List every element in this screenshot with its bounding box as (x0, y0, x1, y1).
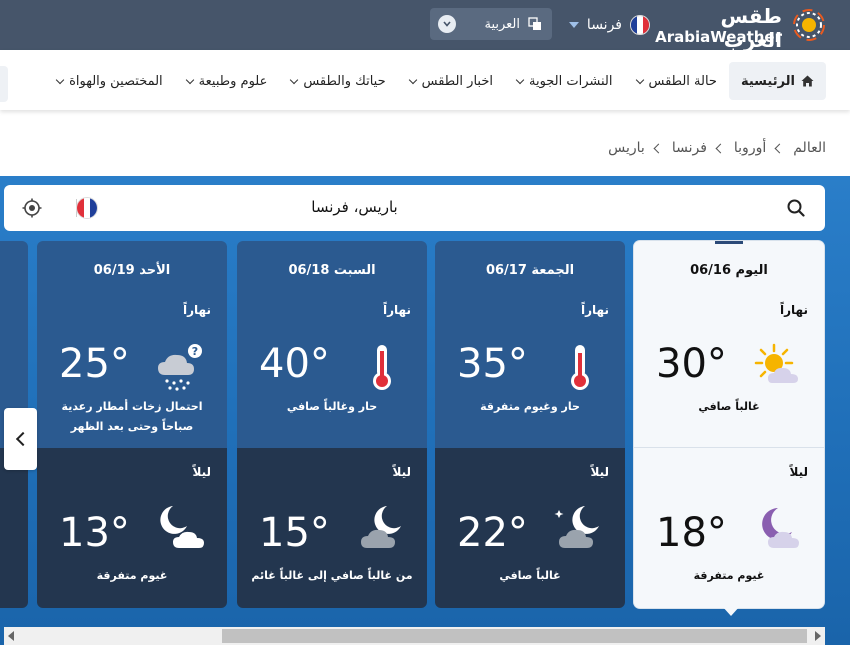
moon-cloud-star-icon (554, 506, 599, 548)
night-temperature: 15° (259, 510, 330, 556)
chevron-down-icon (290, 75, 299, 84)
carousel-prev-button[interactable] (4, 408, 37, 470)
chevron-down-icon (185, 75, 194, 84)
night-label: ليلاً (392, 465, 411, 479)
horizontal-scrollbar[interactable] (4, 627, 825, 645)
day-label: نهاراً (581, 303, 609, 317)
nav-item-label: حالة الطقس (648, 73, 717, 89)
nav-item-label: النشرات الجوية (528, 73, 613, 89)
night-description: غيوم متفرقة (96, 569, 168, 582)
nav-item-label: اخبار الطقس (421, 73, 493, 89)
breadcrumb-item-europe[interactable]: أوروبا (734, 140, 766, 156)
night-temperature: 18° (656, 510, 727, 556)
chevron-down-icon (635, 75, 644, 84)
forecast-card-friday[interactable]: الجمعة 06/17 نهاراً 35° حار وغيوم متفرقة… (435, 241, 625, 608)
france-flag-icon[interactable] (76, 197, 98, 219)
day-temperature: 30° (656, 341, 727, 387)
night-temperature: 22° (457, 510, 528, 556)
day-temperature: 35° (457, 341, 528, 387)
day-label: نهاراً (383, 303, 411, 317)
home-icon (801, 75, 814, 87)
location-search[interactable]: باريس، فرنسا (4, 185, 825, 231)
chevron-left-icon (774, 143, 785, 153)
moon-cloud-icon (160, 506, 204, 548)
forecast-card-today[interactable]: اليوم 06/16 نهاراً 30° غالباً صافي ليلاً… (634, 241, 824, 608)
night-description: من غالباً صافي إلى غالباً غائم (251, 569, 413, 582)
breadcrumb-item-paris: باريس (608, 140, 645, 156)
night-temperature: 13° (59, 510, 130, 556)
nav-overflow-button[interactable] (0, 66, 8, 102)
today-indicator (715, 241, 743, 244)
moon-cloud-icon (762, 508, 799, 548)
country-selector[interactable]: فرنسا (568, 12, 650, 38)
today-pointer (722, 606, 740, 616)
search-icon (787, 199, 805, 217)
chevron-down-icon (55, 75, 65, 84)
thermometer-icon (571, 345, 589, 390)
day-temperature: 25° (59, 341, 130, 387)
moon-cloud-icon (361, 506, 401, 548)
nav-item-label: علوم وطبيعة (198, 73, 268, 89)
card-date: الجمعة 06/17 (485, 263, 575, 278)
night-label: ليلاً (789, 465, 808, 479)
top-bar: طقس العرب ArabiaWeather فرنسا العربية (0, 0, 850, 52)
nav-item-bulletins[interactable]: النشرات الجوية (505, 62, 625, 100)
card-date: اليوم 06/16 (690, 263, 768, 278)
france-flag-icon (630, 15, 650, 35)
day-label: نهاراً (183, 303, 211, 317)
nav-item-science[interactable]: علوم وطبيعة (175, 62, 280, 100)
day-label: نهاراً (780, 303, 808, 317)
day-description: حار وغالباً صافي (286, 400, 378, 413)
nav-item-home[interactable]: الرئيسية (728, 62, 826, 100)
card-date: الأحد 06/19 (93, 263, 171, 278)
storm-cloud-icon: ? (158, 344, 202, 391)
translate-icon (528, 17, 541, 30)
chevron-left-icon (715, 143, 726, 153)
scrollbar-thumb[interactable] (222, 629, 807, 643)
logo-sun-icon (793, 9, 825, 41)
scroll-right-icon[interactable] (815, 631, 821, 641)
logo-text-en: ArabiaWeather (655, 28, 782, 46)
svg-text:?: ? (192, 345, 198, 358)
nav-item-experts[interactable]: المختصين والهواة (45, 62, 175, 100)
nav-item-news[interactable]: اخبار الطقس (398, 62, 505, 100)
breadcrumb-item-france[interactable]: فرنسا (672, 140, 707, 156)
scroll-left-icon[interactable] (8, 631, 14, 641)
forecast-card-sunday[interactable]: الأحد 06/19 نهاراً 25° ? احتمال زخات أمط… (37, 241, 227, 608)
card-date: السبت 06/18 (288, 263, 376, 278)
day-description: حار وغيوم متفرقة (480, 400, 580, 413)
site-logo[interactable]: طقس العرب ArabiaWeather (655, 4, 826, 52)
nav-item-life-weather[interactable]: حياتك والطقس (279, 62, 397, 100)
night-label: ليلاً (192, 465, 211, 479)
language-label: العربية (484, 16, 520, 32)
night-label: ليلاً (590, 465, 609, 479)
nav-item-weather-status[interactable]: حالة الطقس (625, 62, 729, 100)
main-nav: الرئيسية حالة الطقس النشرات الجوية اخبار… (0, 50, 850, 110)
night-description: غيوم متفرقة (693, 569, 765, 582)
breadcrumb-item-world[interactable]: العالم (793, 140, 826, 156)
chevron-left-icon (15, 431, 30, 447)
country-label: فرنسا (586, 17, 622, 33)
chevron-down-icon (438, 15, 456, 33)
breadcrumb: العالم أوروبا فرنسا باريس (608, 140, 826, 156)
locate-icon[interactable] (22, 198, 42, 218)
sun-cloud-icon (754, 343, 798, 383)
chevron-down-icon (515, 75, 525, 84)
day-temperature: 40° (259, 341, 330, 387)
nav-item-label: حياتك والطقس (303, 73, 386, 89)
nav-item-label: الرئيسية (740, 73, 795, 89)
search-input[interactable]: باريس، فرنسا (0, 198, 765, 216)
chevron-left-icon (653, 143, 664, 153)
thermometer-icon (373, 345, 391, 390)
nav-item-label: المختصين والهواة (69, 73, 163, 89)
chevron-down-icon (408, 75, 417, 84)
forecast-card-saturday[interactable]: السبت 06/18 نهاراً 40° حار وغالباً صافي … (237, 241, 427, 608)
night-description: غالباً صافي (499, 569, 561, 582)
caret-down-icon (568, 22, 579, 28)
day-description: غالباً صافي (698, 400, 760, 413)
language-selector[interactable]: العربية (430, 8, 552, 40)
day-description: احتمال زخات أمطار رعدية صباحاً وحتى بعد … (61, 400, 203, 433)
